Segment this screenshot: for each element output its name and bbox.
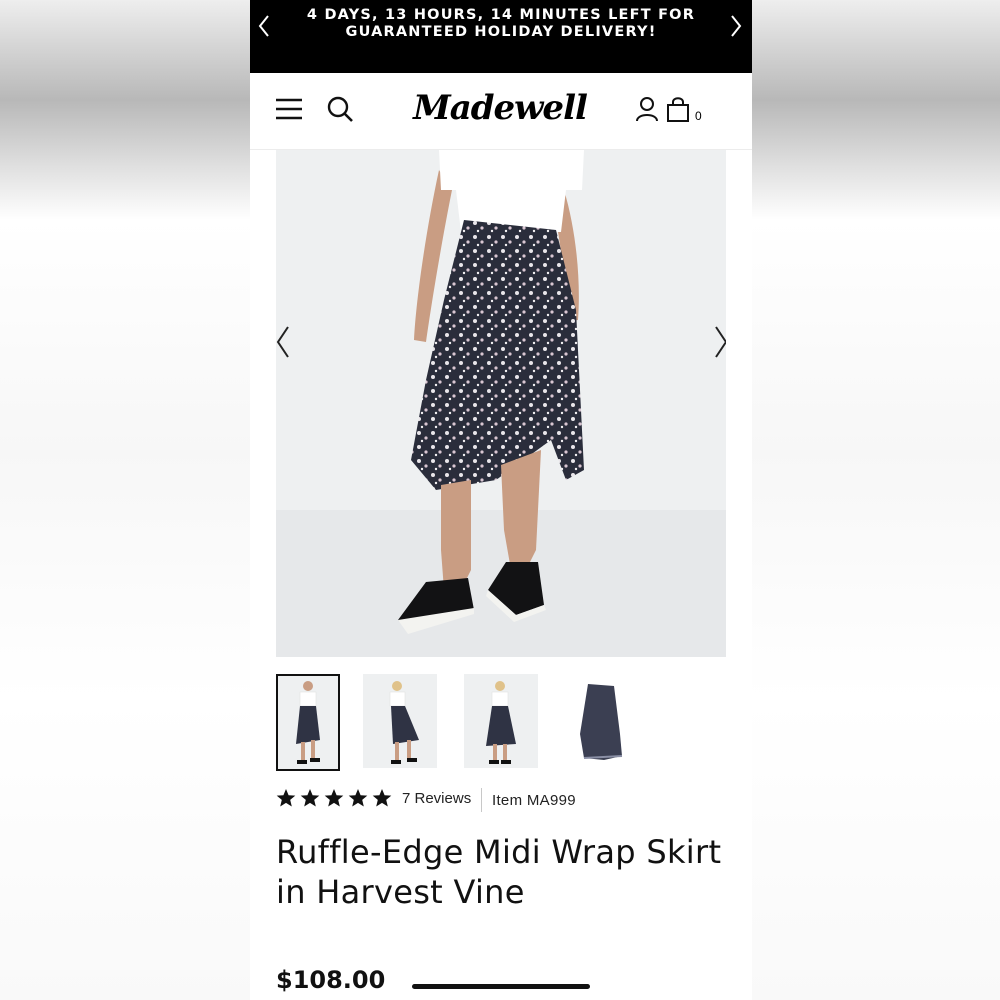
user-icon — [636, 97, 658, 122]
hamburger-menu-icon — [276, 98, 302, 120]
gallery-next-button[interactable] — [712, 325, 726, 359]
thumbnail-back-view[interactable] — [464, 674, 538, 768]
chevron-left-icon — [276, 326, 289, 358]
product-meta: 7 Reviews Item MA999 — [276, 788, 726, 812]
chevron-right-icon — [715, 326, 726, 358]
shopping-bag-icon — [667, 97, 689, 122]
bag-count: 0 — [695, 109, 702, 123]
thumbnail-image — [464, 674, 538, 768]
product-title-line-2: in Harvest Vine — [276, 873, 525, 911]
promo-prev-button[interactable] — [254, 10, 274, 40]
product-image-main[interactable] — [276, 150, 726, 657]
reviews-link[interactable]: 7 Reviews — [402, 790, 471, 807]
brand-logo[interactable]: Madewell — [410, 83, 590, 133]
bag-button[interactable] — [665, 95, 691, 127]
search-button[interactable] — [326, 95, 354, 127]
promo-next-button[interactable] — [726, 10, 746, 40]
thumbnail-flat-lay-view[interactable] — [564, 674, 638, 768]
thumbnail-front-view[interactable] — [276, 674, 340, 771]
chevron-left-icon — [258, 15, 269, 37]
star-icon — [372, 789, 392, 807]
product-price: $108.00 — [276, 966, 386, 994]
star-icon — [276, 789, 296, 807]
search-icon — [327, 96, 353, 122]
product-title-line-1: Ruffle-Edge Midi Wrap Skirt — [276, 833, 722, 871]
star-icon — [348, 789, 368, 807]
product-title: Ruffle-Edge Midi Wrap Skirt in Harvest V… — [276, 832, 736, 912]
star-icon — [324, 789, 344, 807]
gallery-prev-button[interactable] — [276, 325, 292, 359]
promo-banner: 4 DAYS, 13 HOURS, 14 MINUTES LEFT FOR GU… — [250, 0, 752, 73]
star-icon — [300, 789, 320, 807]
promo-text: 4 DAYS, 13 HOURS, 14 MINUTES LEFT FOR GU… — [300, 7, 702, 41]
chevron-right-icon — [731, 15, 742, 37]
product-photo — [276, 150, 726, 657]
meta-divider — [481, 788, 482, 812]
phone-screen: 4 DAYS, 13 HOURS, 14 MINUTES LEFT FOR GU… — [250, 0, 752, 1000]
thumbnail-strip — [276, 674, 726, 772]
home-indicator[interactable] — [412, 984, 590, 989]
promo-line-1: 4 DAYS, 13 HOURS, 14 MINUTES LEFT FOR — [306, 7, 696, 23]
thumbnail-image — [278, 676, 338, 769]
star-rating[interactable] — [276, 788, 396, 810]
site-header: Madewell 0 — [250, 73, 752, 150]
thumbnail-image — [363, 674, 437, 768]
thumbnail-side-walking-view[interactable] — [363, 674, 437, 768]
menu-button[interactable] — [275, 97, 303, 125]
promo-line-2: GUARANTEED HOLIDAY DELIVERY! — [345, 24, 657, 40]
account-button[interactable] — [635, 96, 659, 126]
item-number: Item MA999 — [492, 792, 576, 809]
thumbnail-image — [564, 674, 638, 768]
